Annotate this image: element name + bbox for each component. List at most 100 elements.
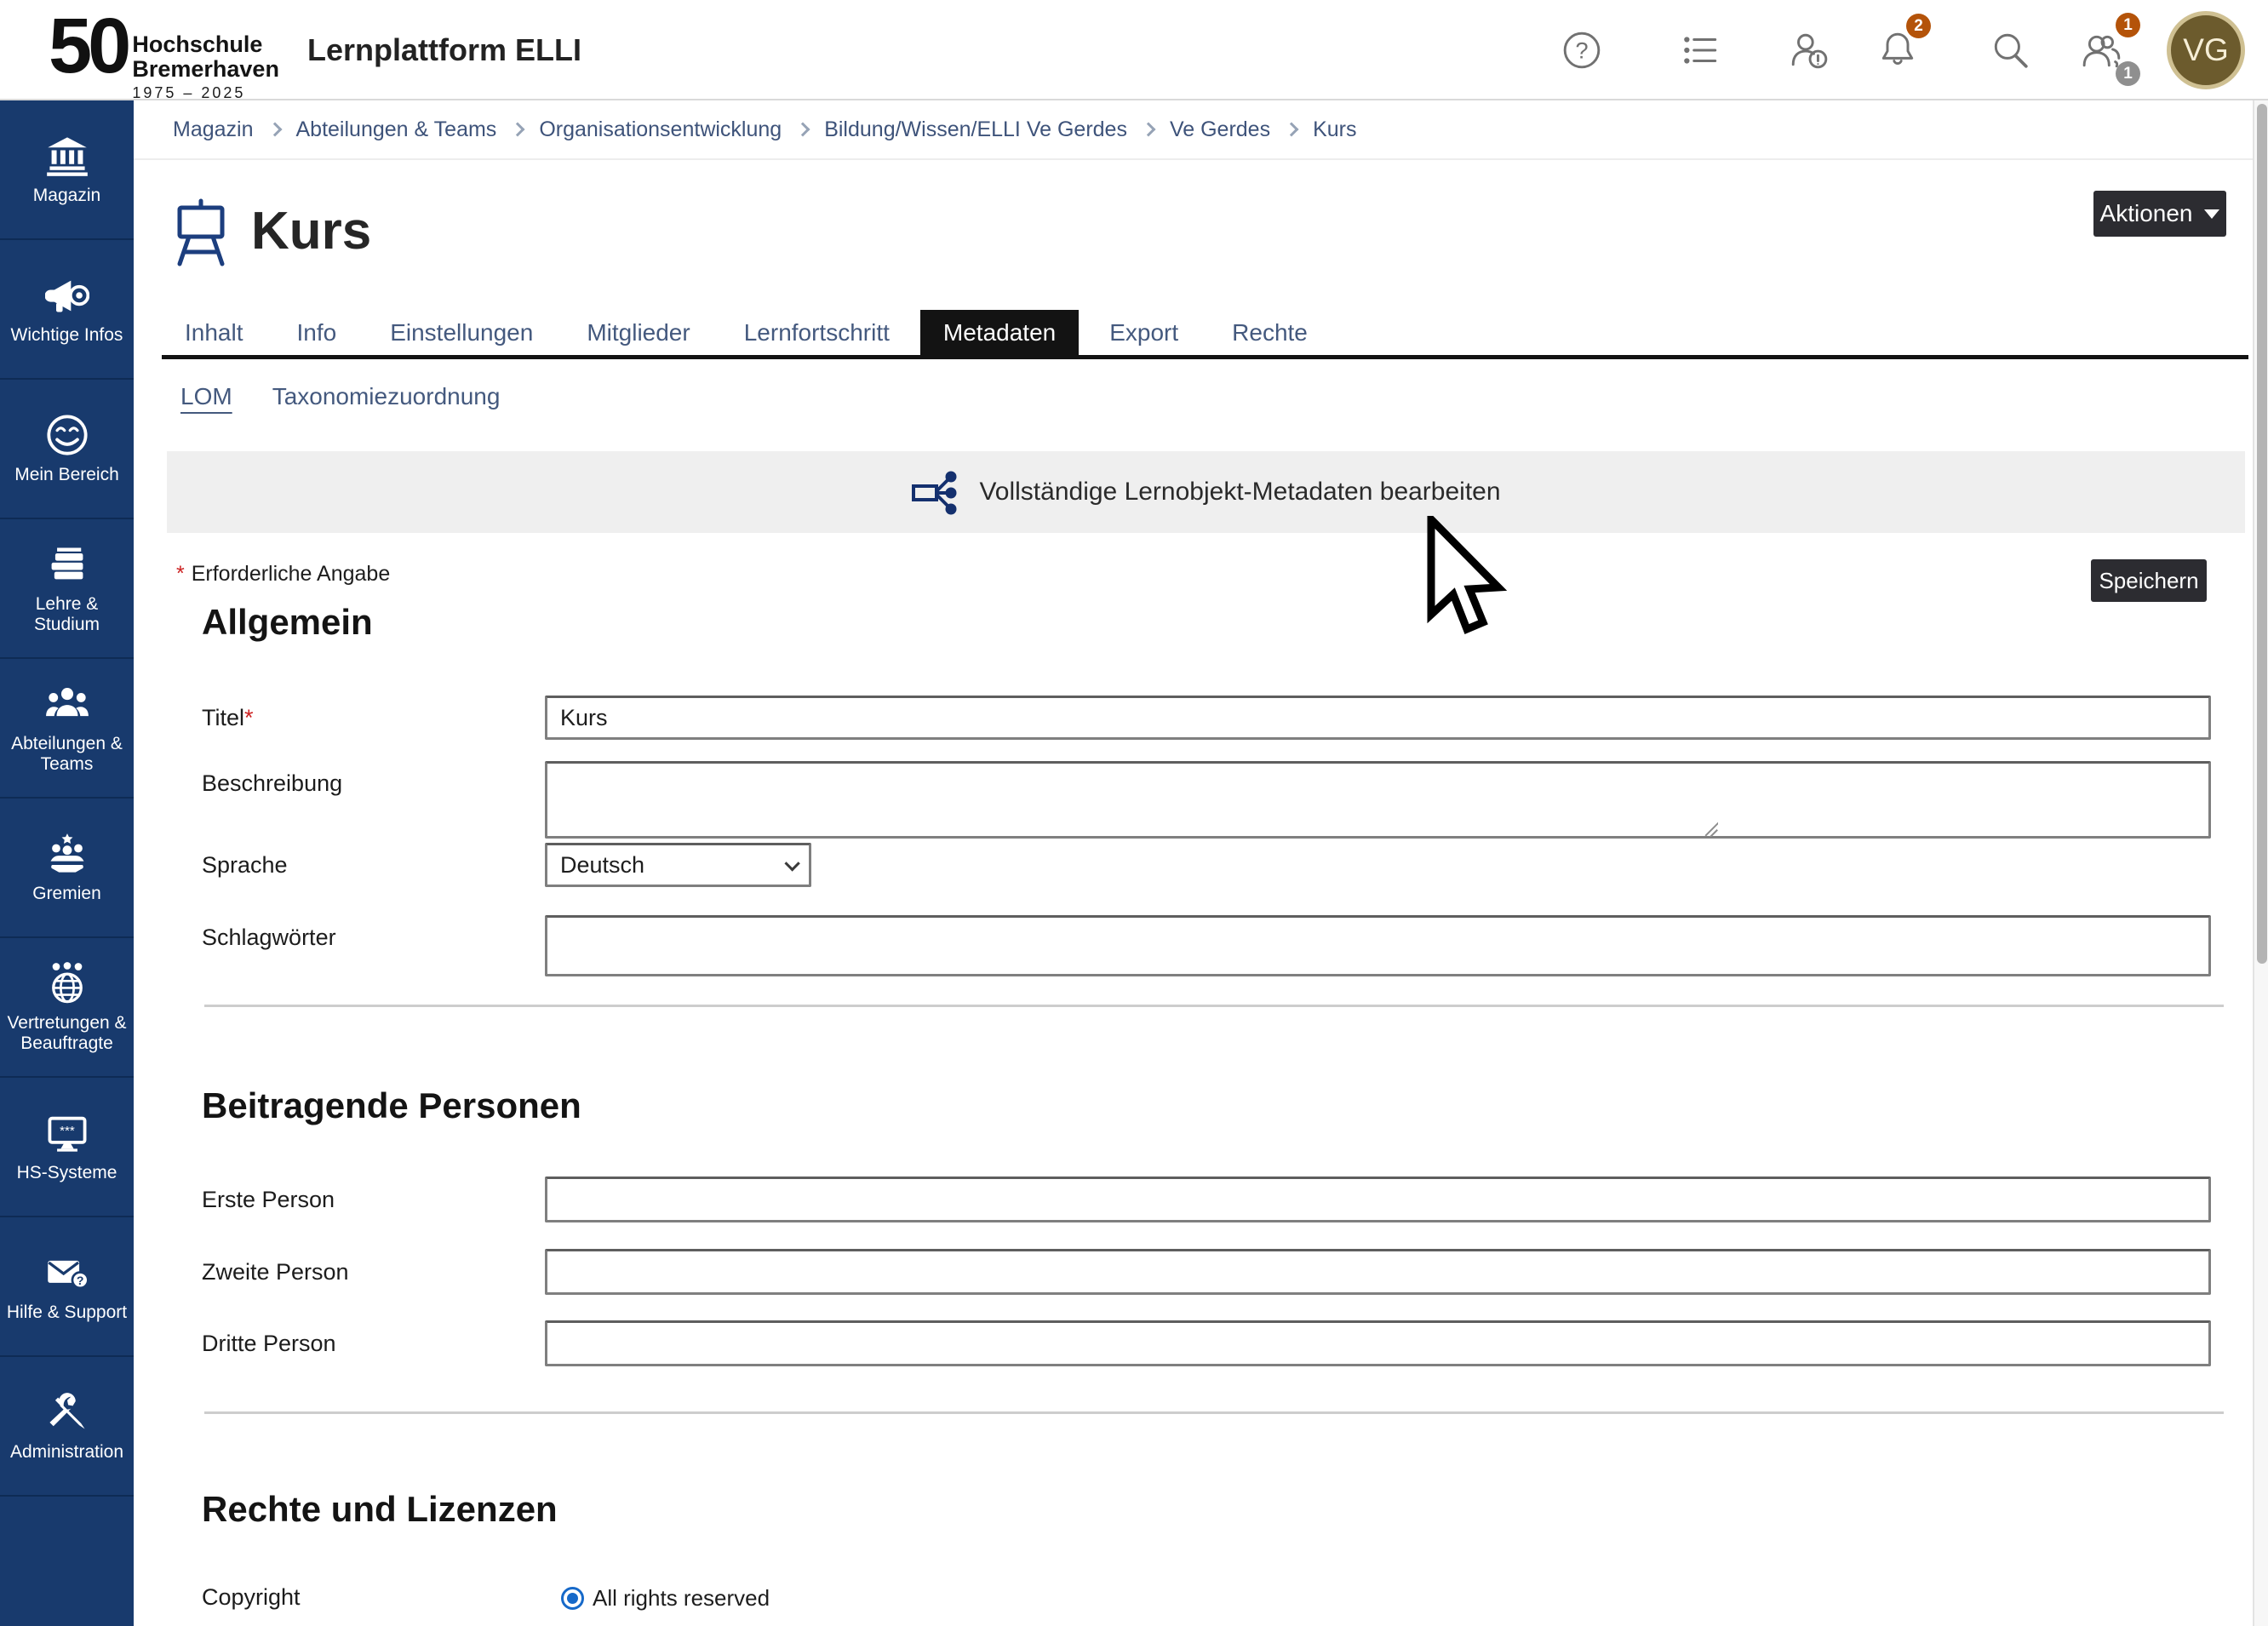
main-sidebar: Magazin Wichtige Infos Mein Bereich Lehr… — [0, 100, 134, 1626]
megaphone-icon — [45, 273, 89, 318]
chevron-down-icon — [784, 856, 799, 871]
overview-list-icon[interactable] — [1680, 30, 1721, 71]
field-label-dritte-person: Dritte Person — [202, 1320, 336, 1366]
section-divider — [204, 1411, 2224, 1414]
contacts-new-badge: 1 — [2116, 13, 2140, 37]
chevron-right-icon — [1141, 123, 1155, 137]
field-label-schlagwoerter: Schlagwörter — [202, 915, 336, 959]
sidebar-item-mein-bereich[interactable]: Mein Bereich — [0, 380, 134, 519]
breadcrumb-item[interactable]: Bildung/Wissen/ELLI Ve Gerdes — [824, 117, 1127, 142]
logo-line1: Hochschule — [132, 32, 279, 57]
mouse-cursor — [1427, 516, 1508, 639]
search-icon[interactable] — [1990, 30, 2030, 71]
smiley-icon — [45, 413, 89, 457]
sidebar-item-gremien[interactable]: Gremien — [0, 799, 134, 938]
svg-text:?: ? — [76, 1274, 83, 1287]
sidebar-item-vertretungen[interactable]: Vertretungen & Beauftragte — [0, 938, 134, 1078]
required-asterisk: * — [176, 562, 185, 586]
sidebar-item-administration[interactable]: Administration — [0, 1357, 134, 1497]
user-avatar[interactable]: VG — [2167, 11, 2245, 89]
page-title: Kurs — [251, 198, 371, 266]
zweite-person-input[interactable] — [545, 1249, 2211, 1295]
people-group-icon — [45, 682, 89, 726]
sidebar-item-hs-systeme[interactable]: *** HS-Systeme — [0, 1078, 134, 1217]
logo-line2: Bremerhaven — [132, 57, 279, 82]
radio-selected-icon[interactable] — [561, 1587, 584, 1610]
help-icon[interactable]: ? — [1561, 30, 1602, 71]
metadata-tree-icon — [911, 467, 960, 517]
required-note: *Erforderliche Angabe — [176, 562, 390, 587]
university-logo[interactable]: 50 Hochschule Bremerhaven 1975 – 2025 — [49, 5, 279, 102]
who-is-online-icon[interactable] — [1789, 30, 1830, 71]
breadcrumb-item[interactable]: Organisationsentwicklung — [539, 117, 782, 142]
schlagwoerter-input[interactable] — [545, 915, 2211, 976]
notifications-badge: 2 — [1906, 14, 1931, 38]
contacts-icon[interactable] — [2082, 30, 2122, 71]
mail-help-icon: ? — [45, 1251, 89, 1295]
chevron-down-icon — [2204, 209, 2219, 219]
banner-label: Vollständige Lernobjekt-Metadaten bearbe… — [979, 478, 1500, 507]
sprache-select[interactable]: Deutsch — [545, 843, 811, 887]
titel-input[interactable] — [545, 696, 2211, 740]
chevron-right-icon — [511, 123, 525, 137]
section-divider — [204, 1005, 2224, 1007]
section-title-rechte-und-lizenzen: Rechte und Lizenzen — [202, 1488, 558, 1531]
app-title: Lernplattform ELLI — [307, 0, 581, 100]
actions-button[interactable]: Aktionen — [2093, 191, 2226, 237]
tab-lernfortschritt[interactable]: Lernfortschritt — [721, 310, 913, 355]
tools-icon — [45, 1390, 89, 1434]
application-window: 50 Hochschule Bremerhaven 1975 – 2025 Le… — [0, 0, 2268, 1626]
tab-export[interactable]: Export — [1086, 310, 1201, 355]
books-icon — [45, 542, 89, 587]
tab-rechte[interactable]: Rechte — [1209, 310, 1331, 355]
breadcrumb: Magazin Abteilungen & Teams Organisation… — [134, 100, 2253, 160]
section-title-beitragende-personen: Beitragende Personen — [202, 1085, 581, 1127]
subtab-taxonomiezuordnung[interactable]: Taxonomiezuordnung — [272, 383, 501, 410]
subtab-lom[interactable]: LOM — [180, 383, 232, 410]
breadcrumb-item[interactable]: Ve Gerdes — [1170, 117, 1270, 142]
committee-icon — [45, 832, 89, 876]
required-asterisk: * — [244, 705, 254, 730]
svg-text:***: *** — [60, 1124, 75, 1138]
section-title-allgemein: Allgemein — [202, 601, 373, 644]
copyright-option-label: All rights reserved — [593, 1585, 770, 1612]
field-label-erste-person: Erste Person — [202, 1177, 335, 1222]
field-label-zweite-person: Zweite Person — [202, 1249, 349, 1295]
contacts-online-badge: 1 — [2116, 61, 2140, 86]
svg-text:?: ? — [1575, 37, 1588, 63]
vertical-scrollbar-thumb[interactable] — [2257, 104, 2267, 964]
tab-metadaten[interactable]: Metadaten — [920, 310, 1079, 355]
tab-bar: Inhalt Info Einstellungen Mitglieder Ler… — [162, 310, 2248, 359]
beschreibung-textarea[interactable] — [545, 761, 2211, 839]
course-easel-icon — [175, 196, 227, 269]
logo-50: 50 — [49, 5, 127, 87]
sidebar-item-hilfe-support[interactable]: ? Hilfe & Support — [0, 1217, 134, 1357]
sprache-selected-value: Deutsch — [560, 852, 644, 879]
dritte-person-input[interactable] — [545, 1320, 2211, 1366]
tab-inhalt[interactable]: Inhalt — [162, 310, 266, 355]
sidebar-item-wichtige-infos[interactable]: Wichtige Infos — [0, 240, 134, 380]
field-label-sprache: Sprache — [202, 843, 288, 887]
copyright-radio-row: All rights reserved — [561, 1585, 770, 1612]
breadcrumb-item-current[interactable]: Kurs — [1313, 117, 1356, 142]
logo-years: 1975 – 2025 — [132, 84, 279, 102]
breadcrumb-item[interactable]: Magazin — [173, 117, 254, 142]
tab-info[interactable]: Info — [274, 310, 360, 355]
field-label-copyright: Copyright — [202, 1575, 301, 1619]
top-header: 50 Hochschule Bremerhaven 1975 – 2025 Le… — [0, 0, 2268, 100]
save-button[interactable]: Speichern — [2091, 559, 2207, 602]
chevron-right-icon — [796, 123, 810, 137]
bank-icon — [45, 134, 89, 178]
chevron-right-icon — [1285, 123, 1299, 137]
tab-einstellungen[interactable]: Einstellungen — [367, 310, 556, 355]
monitor-icon: *** — [45, 1111, 89, 1155]
sidebar-item-magazin[interactable]: Magazin — [0, 100, 134, 240]
field-label-beschreibung: Beschreibung — [202, 761, 342, 805]
tab-mitglieder[interactable]: Mitglieder — [564, 310, 713, 355]
sidebar-item-abteilungen-teams[interactable]: Abteilungen & Teams — [0, 659, 134, 799]
vertical-scrollbar-track[interactable] — [2253, 100, 2268, 1626]
breadcrumb-item[interactable]: Abteilungen & Teams — [296, 117, 497, 142]
erste-person-input[interactable] — [545, 1177, 2211, 1222]
sidebar-item-lehre-studium[interactable]: Lehre & Studium — [0, 519, 134, 659]
edit-full-metadata-banner[interactable]: Vollständige Lernobjekt-Metadaten bearbe… — [167, 451, 2245, 533]
